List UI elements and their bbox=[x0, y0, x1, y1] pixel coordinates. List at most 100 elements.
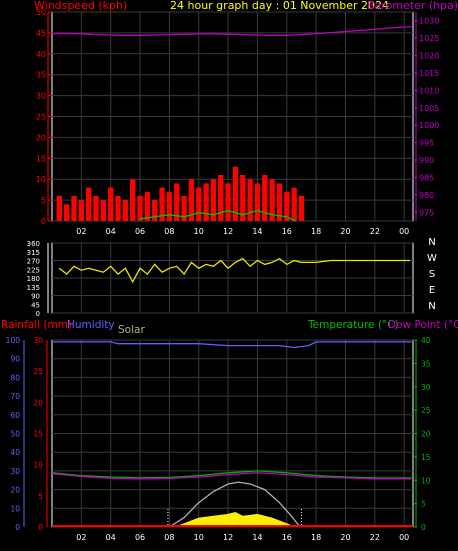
windspeed-tick-label: 20 bbox=[36, 133, 46, 142]
wind-direction-panel: 04590135180225270315360 NWSEN bbox=[27, 237, 437, 318]
rainfall-axis-label: Rainfall (mm) bbox=[1, 319, 72, 331]
wind-bar bbox=[196, 187, 202, 221]
wind-bar bbox=[152, 200, 158, 221]
temperature-tick-label: 25 bbox=[421, 406, 431, 415]
x-tick-label: 02 bbox=[76, 533, 86, 542]
direction-tick-label: 270 bbox=[27, 258, 40, 266]
wind-bar bbox=[100, 200, 107, 221]
direction-tick-label: 360 bbox=[27, 240, 40, 248]
wind-bar bbox=[298, 195, 305, 221]
dewpoint-axis-label: Dew Point (°C) bbox=[388, 319, 458, 331]
rain-tick-label: 20 bbox=[33, 398, 43, 407]
wind-bar bbox=[291, 187, 297, 221]
x-tick-label: 20 bbox=[340, 227, 350, 236]
temperature-tick-label: 35 bbox=[421, 359, 431, 368]
barometer-tick-label: 1000 bbox=[419, 121, 439, 130]
compass-direction-label: S bbox=[429, 269, 435, 280]
x-tick-label: 14 bbox=[252, 533, 262, 542]
rain-tick-label: 10 bbox=[33, 461, 43, 470]
temperature-tick-label: 30 bbox=[421, 383, 431, 392]
compass-direction-label: N bbox=[428, 237, 435, 248]
x-tick-label: 00 bbox=[399, 227, 409, 236]
x-tick-label: 04 bbox=[106, 227, 116, 236]
humidity-axis-label: Humidity bbox=[67, 319, 115, 331]
windspeed-tick-label: 25 bbox=[36, 113, 46, 122]
barometer-tick-label: 1030 bbox=[419, 17, 439, 26]
x-tick-label: 10 bbox=[194, 533, 204, 542]
windspeed-tick-label: 0 bbox=[41, 217, 46, 226]
barometer-tick-label: 1020 bbox=[419, 52, 439, 61]
solar-label: Solar bbox=[118, 324, 145, 336]
barometer-tick-label: 1025 bbox=[419, 34, 439, 43]
direction-tick-label: 180 bbox=[27, 275, 40, 283]
barometer-tick-label: 985 bbox=[419, 173, 434, 182]
weather-graph: 0510152025303540455097598098599099510001… bbox=[1, 0, 458, 542]
rain-tick-label: 5 bbox=[38, 492, 43, 501]
rain-tick-label: 30 bbox=[33, 336, 43, 345]
x-tick-label: 02 bbox=[76, 227, 86, 236]
wind-bar bbox=[130, 179, 136, 221]
x-tick-label: 10 bbox=[194, 227, 204, 236]
compass-direction-label: E bbox=[429, 285, 435, 296]
wind-baro-panel: 0510152025303540455097598098599099510001… bbox=[36, 8, 440, 236]
humidity-tick-label: 10 bbox=[10, 504, 20, 513]
x-tick-label: 04 bbox=[106, 533, 116, 542]
temperature-tick-label: 15 bbox=[421, 453, 431, 462]
direction-tick-label: 0 bbox=[36, 310, 40, 318]
wind-bar bbox=[218, 175, 224, 221]
wind-bar bbox=[56, 195, 63, 221]
wind-bar bbox=[225, 183, 231, 221]
humidity-tick-label: 80 bbox=[10, 373, 20, 382]
wind-bar bbox=[137, 195, 143, 221]
x-tick-label: 22 bbox=[370, 533, 380, 542]
x-tick-label: 06 bbox=[135, 533, 145, 542]
x-tick-label: 14 bbox=[252, 227, 262, 236]
wind-bar bbox=[64, 204, 70, 221]
x-tick-label: 22 bbox=[370, 227, 380, 236]
barometer-tick-label: 990 bbox=[419, 156, 434, 165]
humidity-tick-label: 50 bbox=[10, 430, 20, 439]
temperature-tick-label: 5 bbox=[421, 500, 426, 509]
temperature-tick-label: 10 bbox=[421, 476, 431, 485]
humidity-tick-label: 70 bbox=[10, 392, 20, 401]
barometer-tick-label: 1010 bbox=[419, 86, 439, 95]
x-tick-label: 00 bbox=[399, 533, 409, 542]
temperature-axis-label: Temperature (°C) bbox=[307, 319, 399, 331]
direction-tick-label: 135 bbox=[27, 284, 40, 292]
windspeed-tick-label: 5 bbox=[41, 196, 46, 205]
wind-bar bbox=[262, 175, 268, 221]
compass-direction-label: N bbox=[428, 301, 435, 312]
barometer-tick-label: 975 bbox=[419, 208, 434, 217]
windspeed-tick-label: 15 bbox=[36, 154, 46, 163]
wind-bar bbox=[71, 195, 77, 221]
wind-bar bbox=[122, 200, 129, 221]
barometer-axis-label: Barometer (hpa) bbox=[367, 0, 458, 12]
wind-bar bbox=[247, 179, 253, 221]
compass-direction-label: W bbox=[427, 253, 437, 264]
x-tick-label: 12 bbox=[223, 227, 233, 236]
humidity-tick-label: 60 bbox=[10, 411, 20, 420]
windspeed-tick-label: 30 bbox=[36, 92, 46, 101]
humidity-tick-label: 30 bbox=[10, 467, 20, 476]
windspeed-axis-label: Windspeed (kph) bbox=[34, 0, 127, 12]
humidity-tick-label: 100 bbox=[6, 336, 21, 345]
wind-bar bbox=[78, 200, 85, 221]
x-tick-label: 12 bbox=[223, 533, 233, 542]
rain-tick-label: 25 bbox=[33, 367, 43, 376]
wind-bar bbox=[93, 195, 99, 221]
humidity-tick-label: 90 bbox=[10, 355, 20, 364]
barometer-tick-label: 1015 bbox=[419, 69, 439, 78]
windspeed-tick-label: 45 bbox=[36, 29, 46, 38]
direction-tick-label: 45 bbox=[31, 301, 40, 309]
temperature-tick-label: 20 bbox=[421, 430, 431, 439]
windspeed-tick-label: 40 bbox=[36, 50, 46, 59]
wind-bar bbox=[115, 195, 121, 221]
humidity-tick-label: 40 bbox=[10, 448, 20, 457]
chart-title: 24 hour graph day : 01 November 2024 bbox=[170, 0, 389, 12]
humidity-tick-label: 0 bbox=[15, 523, 20, 532]
windspeed-tick-label: 35 bbox=[36, 71, 46, 80]
x-tick-label: 18 bbox=[311, 533, 321, 542]
barometer-tick-label: 995 bbox=[419, 139, 434, 148]
x-tick-label: 16 bbox=[282, 533, 292, 542]
wind-bar bbox=[203, 183, 209, 221]
